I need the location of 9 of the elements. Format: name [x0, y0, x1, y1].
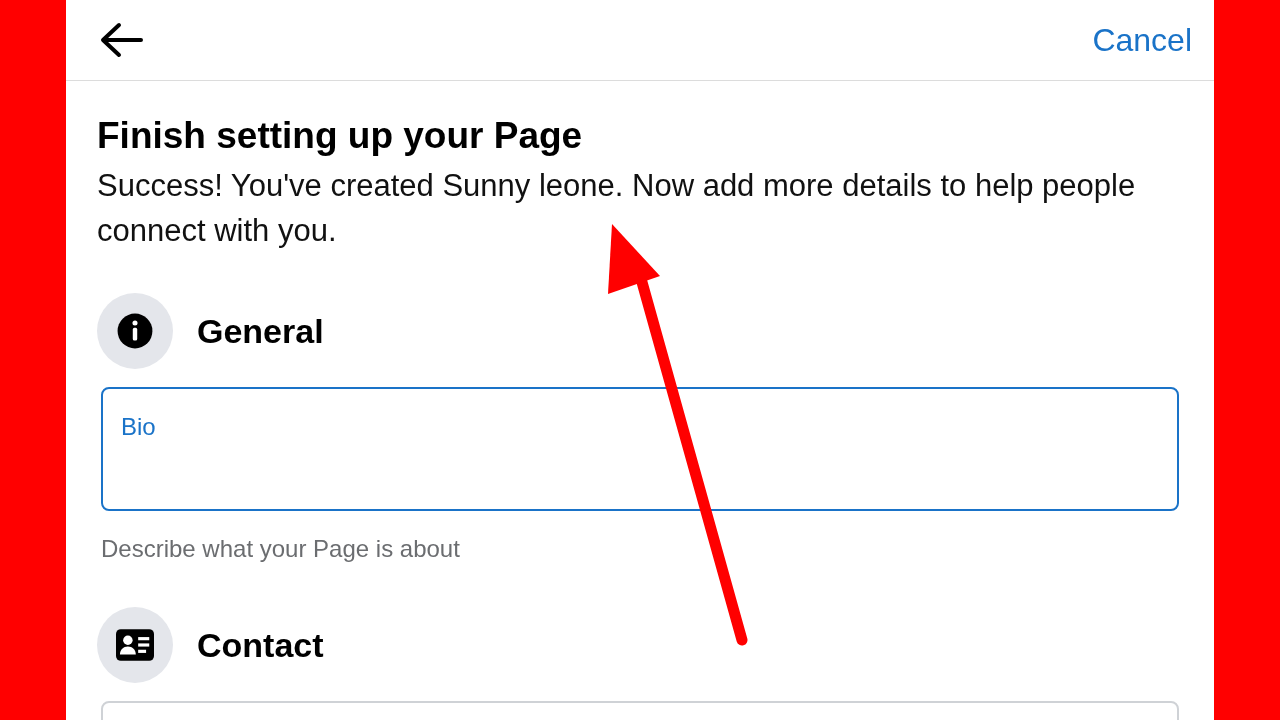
section-title: Contact	[197, 624, 324, 666]
cancel-button[interactable]: Cancel	[1092, 16, 1192, 64]
info-icon	[116, 312, 154, 350]
text-field[interactable]: Bio	[101, 387, 1179, 511]
contact-card-icon	[116, 629, 154, 661]
section-title: General	[197, 310, 324, 352]
success-message: Success! You've created Sunny leone. Now add more details to help people connect with you.	[97, 167, 1137, 250]
helper-text: Describe what your Page is about	[101, 534, 461, 564]
page-title: Finish setting up your Page	[97, 114, 584, 158]
